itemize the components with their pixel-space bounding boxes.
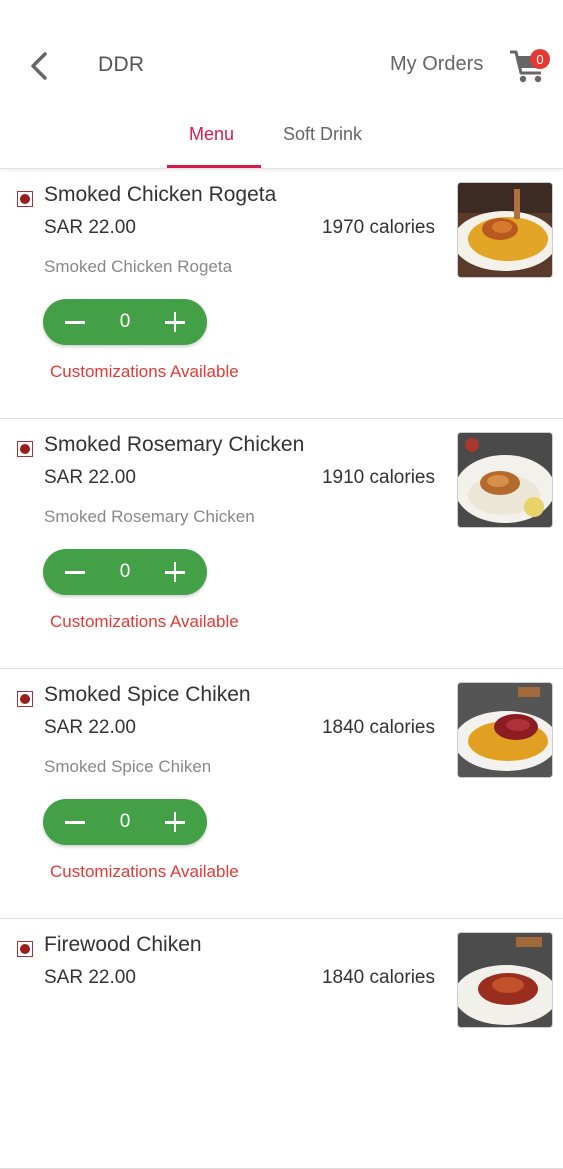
my-orders-link[interactable]: My Orders (390, 53, 483, 76)
menu-list: Smoked Chicken Rogeta SAR 22.00 1970 cal… (0, 169, 563, 1169)
customizations-link[interactable]: Customizations Available (50, 862, 239, 882)
item-calories: 1970 calories (321, 217, 435, 238)
item-description: Smoked Rosemary Chicken (44, 507, 255, 526)
app-header: DDR My Orders 0 (0, 0, 563, 120)
menu-item: Firewood Chiken SAR 22.00 1840 calories (0, 919, 563, 1169)
quantity-stepper: 0 (43, 549, 207, 595)
item-calories: 1910 calories (321, 467, 435, 488)
customizations-link[interactable]: Customizations Available (50, 612, 239, 632)
food-type-icon (17, 441, 33, 457)
decrement-button[interactable] (63, 561, 87, 583)
decrement-button[interactable] (63, 811, 87, 833)
cart-count-badge: 0 (530, 49, 550, 69)
menu-item: Smoked Spice Chiken SAR 22.00 1840 calor… (0, 669, 563, 919)
menu-item: Smoked Rosemary Chicken SAR 22.00 1910 c… (0, 419, 563, 669)
customizations-link[interactable]: Customizations Available (50, 362, 239, 382)
item-image[interactable] (457, 432, 553, 528)
chevron-left-icon (31, 52, 47, 80)
active-tab-indicator (167, 165, 261, 168)
food-type-icon (17, 691, 33, 707)
quantity-stepper: 0 (43, 299, 207, 345)
back-button[interactable] (22, 46, 56, 86)
item-name: Smoked Spice Chiken (44, 683, 251, 706)
quantity-value: 0 (119, 561, 131, 582)
item-image[interactable] (457, 932, 553, 1028)
category-tabs: Menu Soft Drink (0, 110, 563, 169)
increment-button[interactable] (163, 811, 187, 833)
item-image[interactable] (457, 182, 553, 278)
item-price: SAR 22.00 (44, 217, 136, 238)
item-calories: 1840 calories (321, 717, 435, 738)
item-name: Firewood Chiken (44, 933, 202, 956)
page-title: DDR (98, 53, 145, 76)
increment-button[interactable] (163, 561, 187, 583)
item-image[interactable] (457, 682, 553, 778)
item-price: SAR 22.00 (44, 967, 136, 988)
item-description: Smoked Chicken Rogeta (44, 257, 233, 276)
item-price: SAR 22.00 (44, 467, 136, 488)
item-calories: 1840 calories (321, 967, 435, 988)
item-name: Smoked Chicken Rogeta (44, 183, 277, 206)
quantity-value: 0 (119, 811, 131, 832)
food-type-icon (17, 191, 33, 207)
item-description: Smoked Spice Chiken (44, 757, 212, 776)
item-name: Smoked Rosemary Chicken (44, 433, 305, 456)
quantity-stepper: 0 (43, 799, 207, 845)
quantity-value: 0 (119, 311, 131, 332)
tab-menu[interactable]: Menu (189, 124, 234, 145)
decrement-button[interactable] (63, 311, 87, 333)
increment-button[interactable] (163, 311, 187, 333)
menu-item: Smoked Chicken Rogeta SAR 22.00 1970 cal… (0, 169, 563, 419)
item-price: SAR 22.00 (44, 717, 136, 738)
tab-soft-drink[interactable]: Soft Drink (283, 124, 362, 145)
food-type-icon (17, 941, 33, 957)
